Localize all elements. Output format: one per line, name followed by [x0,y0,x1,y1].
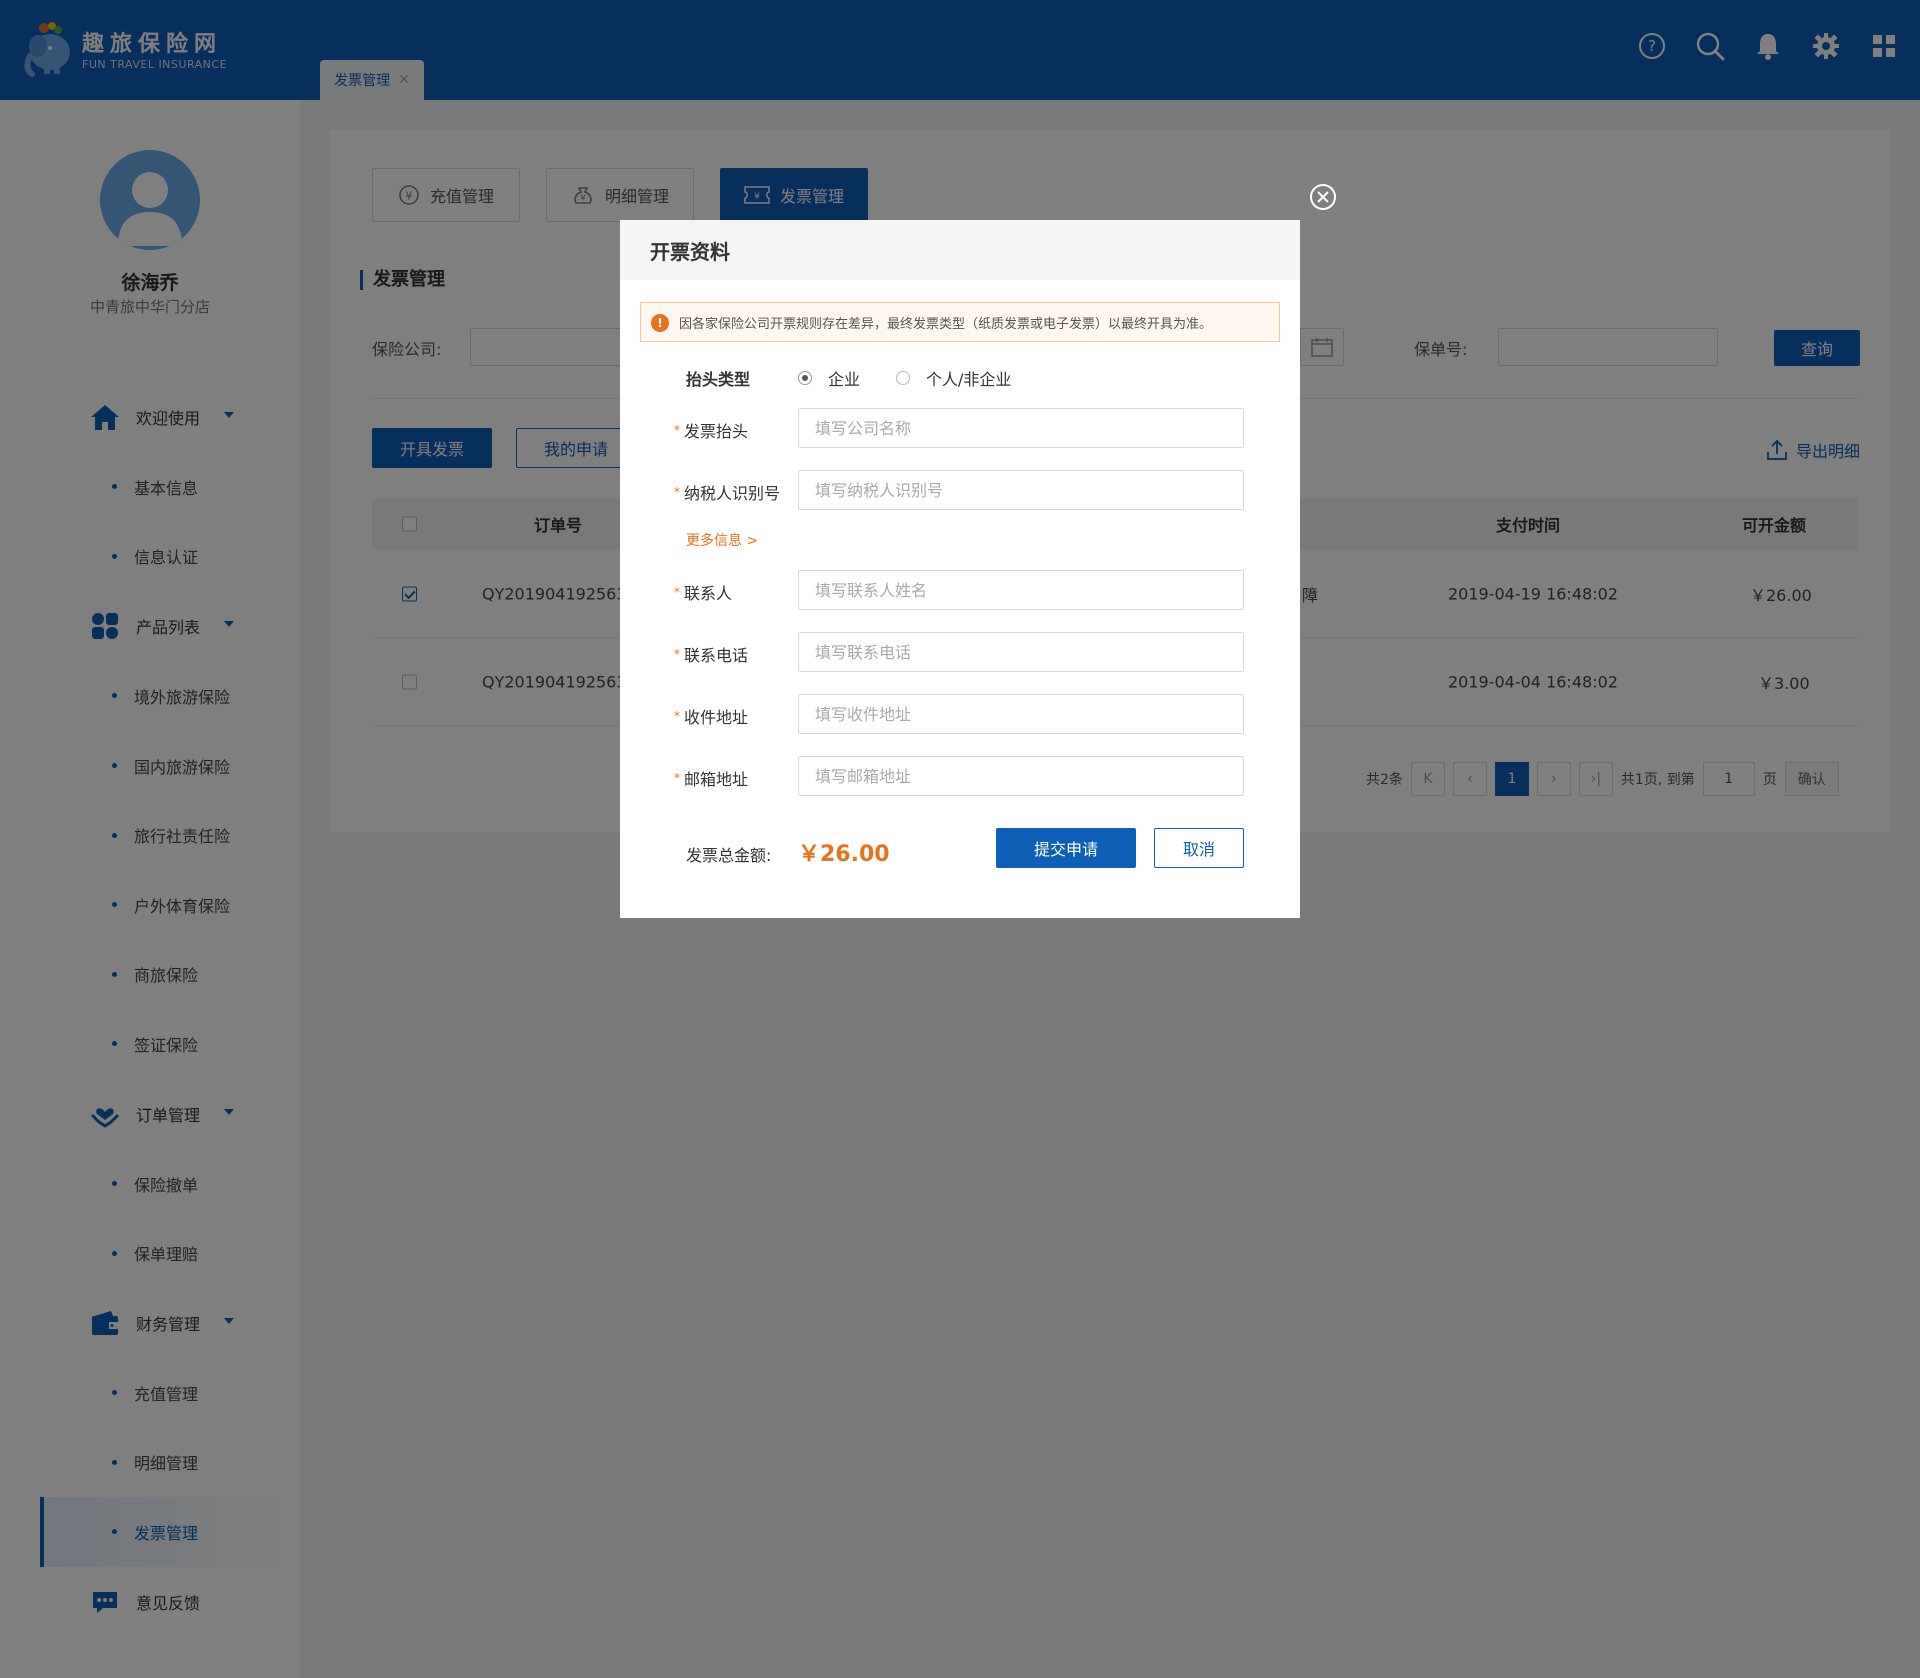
radio-personal[interactable]: 个人/非企业 [896,366,1011,390]
required-mark: * [674,423,680,437]
radio-enterprise[interactable]: 企业 [798,366,860,390]
required-mark: * [674,647,680,661]
email-input[interactable] [798,756,1244,796]
contact-input[interactable] [798,570,1244,610]
total-amount-value: ￥26.00 [798,842,890,867]
contact-label-text: 联系人 [684,584,733,603]
header-type-label: 抬头类型 [686,370,751,389]
contact-label: * 联系人 [674,580,732,604]
warning-icon: ! [651,314,669,332]
radio-enterprise-indicator [798,371,812,385]
address-label: * 收件地址 [674,704,748,728]
invoice-title-input[interactable] [798,408,1244,448]
required-mark: * [674,585,680,599]
address-label-text: 收件地址 [684,708,749,727]
invoice-info-modal: 开票资料 ! 因各家保险公司开票规则存在差异，最终发票类型（纸质发票或电子发票）… [620,220,1300,918]
email-label-text: 邮箱地址 [684,770,749,789]
required-mark: * [674,485,680,499]
cancel-button[interactable]: 取消 [1154,828,1244,868]
modal-close-icon[interactable] [1310,184,1336,210]
phone-label-text: 联系电话 [684,646,749,665]
submit-application-button[interactable]: 提交申请 [996,828,1136,868]
radio-personal-label: 个人/非企业 [926,370,1012,389]
email-label: * 邮箱地址 [674,766,748,790]
address-input[interactable] [798,694,1244,734]
modal-title: 开票资料 [620,220,1300,280]
total-amount-label: 发票总金额: [686,846,772,865]
tax-id-input[interactable] [798,470,1244,510]
invoice-title-label: * 发票抬头 [674,418,748,442]
required-mark: * [674,709,680,723]
notice-banner: ! 因各家保险公司开票规则存在差异，最终发票类型（纸质发票或电子发票）以最终开具… [640,302,1280,342]
phone-label: * 联系电话 [674,642,748,666]
tax-id-label-text: 纳税人识别号 [684,484,781,503]
notice-text: 因各家保险公司开票规则存在差异，最终发票类型（纸质发票或电子发票）以最终开具为准… [679,316,1213,332]
required-mark: * [674,771,680,785]
radio-personal-indicator [896,371,910,385]
invoice-title-label-text: 发票抬头 [684,422,749,441]
more-info-link[interactable]: 更多信息 > [686,530,758,550]
phone-input[interactable] [798,632,1244,672]
radio-enterprise-label: 企业 [828,370,861,389]
tax-id-label: * 纳税人识别号 [674,480,780,504]
